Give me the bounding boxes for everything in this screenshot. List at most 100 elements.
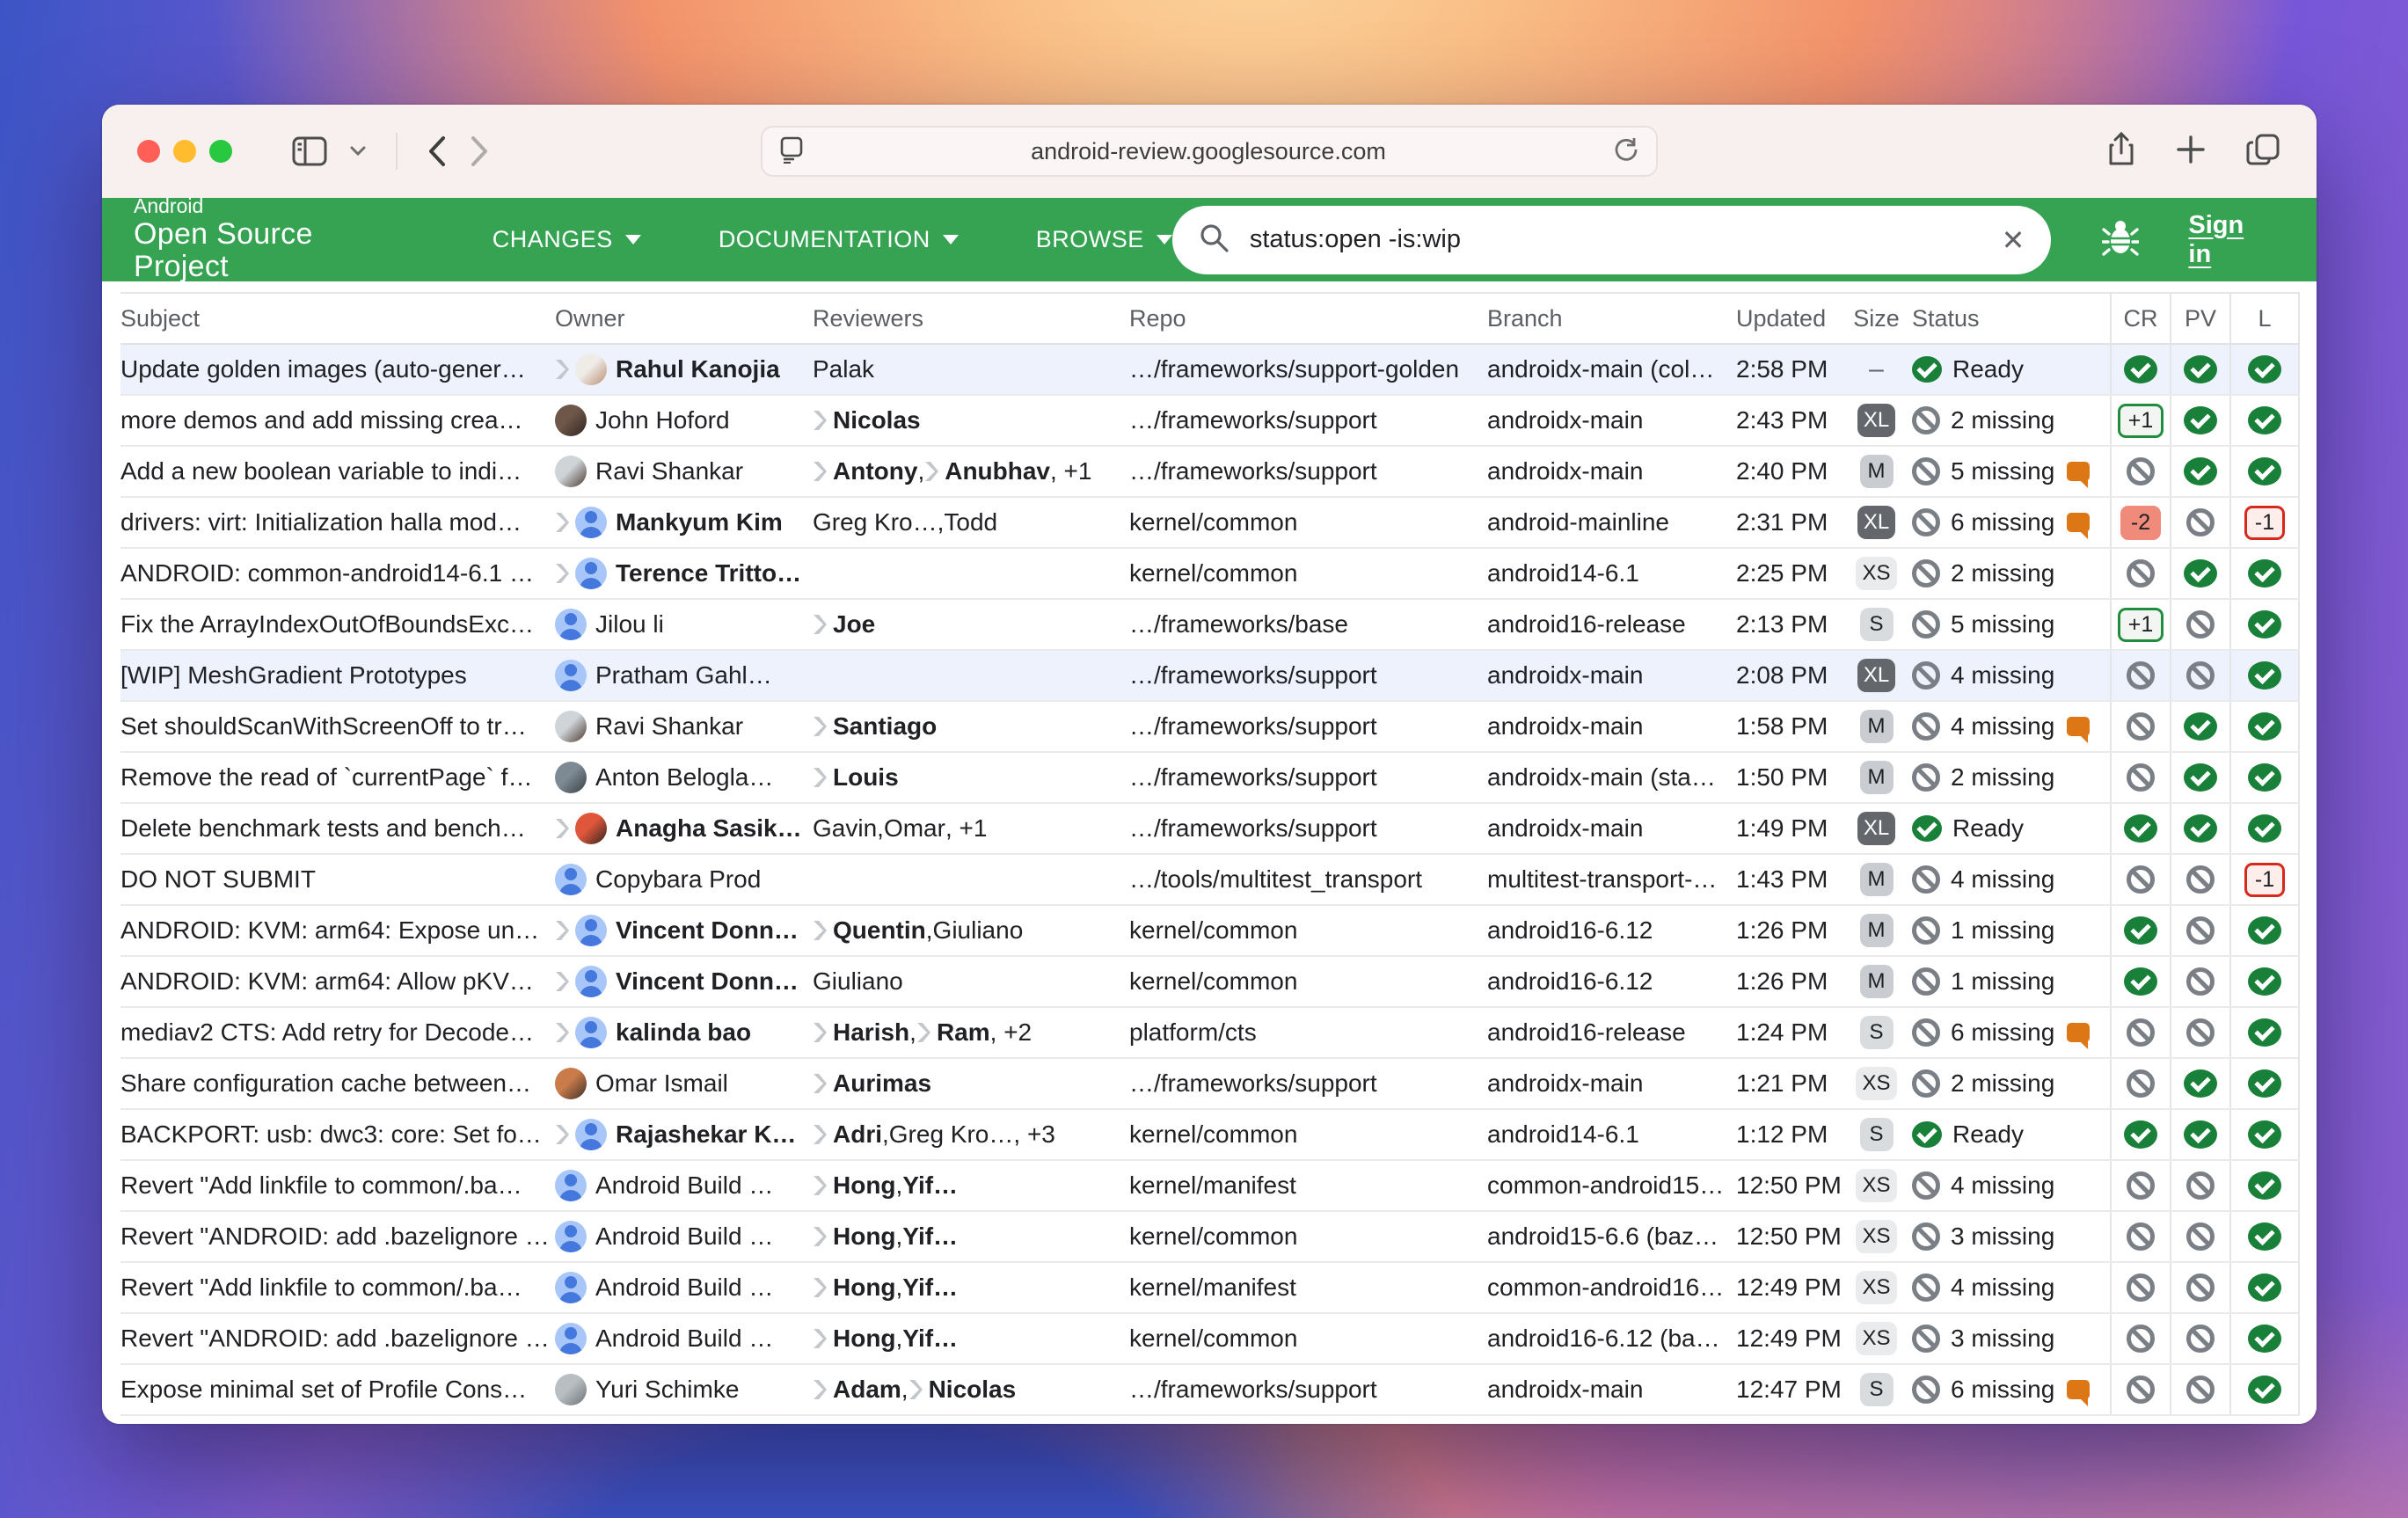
owner-name[interactable]: kalinda bao <box>616 1018 751 1047</box>
sidebar-icon[interactable] <box>292 136 327 166</box>
change-reviewers[interactable]: Hong, Yif… <box>813 1314 1129 1363</box>
person-name[interactable]: Greg Kro… <box>889 1120 1014 1149</box>
owner-name[interactable]: Anagha Sasik… <box>616 814 802 843</box>
change-reviewers[interactable]: Hong, Yif… <box>813 1161 1129 1210</box>
change-subject[interactable]: [WIP] MeshGradient Prototypes <box>120 651 555 700</box>
change-repo[interactable]: …/frameworks/support-golden <box>1129 345 1487 394</box>
change-subject[interactable]: Revert "Add linkfile to common/.ba… <box>120 1263 555 1312</box>
person-name[interactable]: Giuliano <box>813 967 903 996</box>
change-owner[interactable]: Yuri Schimke <box>555 1365 813 1414</box>
owner-name[interactable]: Android Build … <box>595 1325 773 1353</box>
change-owner[interactable]: Jilou li <box>555 600 813 649</box>
col-subject[interactable]: Subject <box>120 294 555 343</box>
change-owner[interactable]: Anagha Sasik… <box>555 804 813 853</box>
col-reviewers[interactable]: Reviewers <box>813 294 1129 343</box>
change-row[interactable]: Revert "Add linkfile to common/.ba… Andr… <box>120 1161 2300 1212</box>
change-repo[interactable]: …/frameworks/support <box>1129 447 1487 496</box>
change-row[interactable]: drivers: virt: Initialization halla mod…… <box>120 498 2300 549</box>
search-input[interactable]: status:open -is:wip <box>1250 225 2002 254</box>
person-name[interactable]: Todd <box>944 508 997 536</box>
change-branch[interactable]: androidx-main <box>1487 804 1736 853</box>
change-branch[interactable]: androidx-main (sta… <box>1487 753 1736 802</box>
change-repo[interactable]: …/frameworks/support <box>1129 651 1487 700</box>
change-owner[interactable]: Vincent Donn… <box>555 957 813 1006</box>
owner-name[interactable]: Android Build … <box>595 1171 773 1200</box>
change-reviewers[interactable]: Hong, Yif… <box>813 1263 1129 1312</box>
person-name[interactable]: Quentin <box>833 916 926 945</box>
site-logo[interactable]: Android Open Source Project <box>134 195 413 283</box>
change-reviewers[interactable]: Louis <box>813 753 1129 802</box>
change-reviewers[interactable]: Harish, Ram, +2 <box>813 1008 1129 1057</box>
change-repo[interactable]: kernel/manifest <box>1129 1161 1487 1210</box>
person-name[interactable]: Santiago <box>833 712 937 741</box>
person-name[interactable]: Yif… <box>902 1274 958 1302</box>
change-row[interactable]: Add a new boolean variable to indi… Ravi… <box>120 447 2300 498</box>
col-repo[interactable]: Repo <box>1129 294 1487 343</box>
change-repo[interactable]: …/frameworks/support <box>1129 702 1487 751</box>
change-reviewers[interactable]: Antony, Anubhav, +1 <box>813 447 1129 496</box>
change-subject[interactable]: Expose minimal set of Profile Cons… <box>120 1365 555 1414</box>
nav-browse[interactable]: BROWSE <box>1036 226 1172 253</box>
change-subject[interactable]: drivers: virt: Initialization halla mod… <box>120 498 555 547</box>
change-row[interactable]: Revert "ANDROID: add .bazelignore … Andr… <box>120 1314 2300 1365</box>
tab-overview-icon[interactable] <box>2246 132 2281 172</box>
change-repo[interactable]: kernel/common <box>1129 1212 1487 1261</box>
person-name[interactable]: Antony <box>833 457 917 485</box>
person-name[interactable]: Adri <box>833 1120 882 1149</box>
change-row[interactable]: Update golden images (auto-gener… Rahul … <box>120 345 2300 396</box>
url-text[interactable]: android-review.googlesource.com <box>805 138 1612 165</box>
person-name[interactable]: Yif… <box>902 1325 958 1353</box>
change-branch[interactable]: common-android15… <box>1487 1161 1736 1210</box>
change-branch[interactable]: android16-release <box>1487 600 1736 649</box>
person-name[interactable]: Anubhav <box>945 457 1050 485</box>
share-icon[interactable] <box>2107 132 2135 172</box>
change-owner[interactable]: Android Build … <box>555 1263 813 1312</box>
change-owner[interactable]: Ravi Shankar <box>555 447 813 496</box>
zoom-window-button[interactable] <box>209 140 232 163</box>
change-row[interactable]: ANDROID: common-android14-6.1 … Terence … <box>120 549 2300 600</box>
change-owner[interactable]: Mankyum Kim <box>555 498 813 547</box>
person-name[interactable]: Hong <box>833 1222 896 1251</box>
col-cr[interactable]: CR <box>2110 294 2170 343</box>
person-name[interactable]: Adam <box>833 1376 901 1404</box>
change-reviewers[interactable] <box>813 651 1129 700</box>
change-row[interactable]: Expose minimal set of Profile Cons… Yuri… <box>120 1365 2300 1416</box>
owner-name[interactable]: Vincent Donn… <box>616 916 799 945</box>
close-window-button[interactable] <box>137 140 160 163</box>
change-row[interactable]: Set shouldScanWithScreenOff to tr… Ravi … <box>120 702 2300 753</box>
change-repo[interactable]: kernel/common <box>1129 957 1487 1006</box>
change-owner[interactable]: kalinda bao <box>555 1008 813 1057</box>
change-branch[interactable]: android15-6.6 (baz… <box>1487 1212 1736 1261</box>
owner-name[interactable]: Ravi Shankar <box>595 712 743 741</box>
change-repo[interactable]: …/frameworks/support <box>1129 1059 1487 1108</box>
person-name[interactable]: Harish <box>833 1018 909 1047</box>
person-name[interactable]: Hong <box>833 1325 896 1353</box>
address-bar[interactable]: android-review.googlesource.com <box>761 126 1658 177</box>
change-subject[interactable]: Remove the read of `currentPage` f… <box>120 753 555 802</box>
change-row[interactable]: Fix the ArrayIndexOutOfBoundsExc… Jilou … <box>120 600 2300 651</box>
owner-name[interactable]: Anton Belogla… <box>595 763 773 792</box>
chevron-down-icon[interactable] <box>350 146 366 157</box>
change-branch[interactable]: androidx-main (col… <box>1487 345 1736 394</box>
person-name[interactable]: Gavin <box>813 814 877 843</box>
col-status[interactable]: Status <box>1905 294 2110 343</box>
change-repo[interactable]: …/tools/multitest_transport <box>1129 855 1487 904</box>
change-subject[interactable]: ANDROID: common-android14-6.1 … <box>120 549 555 598</box>
change-branch[interactable]: android14-6.1 <box>1487 1110 1736 1159</box>
change-branch[interactable]: multitest-transport-… <box>1487 855 1736 904</box>
change-row[interactable]: ANDROID: KVM: arm64: Expose un… Vincent … <box>120 906 2300 957</box>
reader-icon[interactable] <box>778 135 805 168</box>
person-name[interactable]: Yif… <box>902 1222 958 1251</box>
change-owner[interactable]: Rahul Kanojia <box>555 345 813 394</box>
change-subject[interactable]: more demos and add missing crea… <box>120 396 555 445</box>
change-branch[interactable]: androidx-main <box>1487 702 1736 751</box>
col-owner[interactable]: Owner <box>555 294 813 343</box>
col-l[interactable]: L <box>2229 294 2300 343</box>
change-subject[interactable]: Add a new boolean variable to indi… <box>120 447 555 496</box>
change-branch[interactable]: androidx-main <box>1487 447 1736 496</box>
change-owner[interactable]: Android Build … <box>555 1212 813 1261</box>
change-branch[interactable]: android16-6.12 <box>1487 906 1736 955</box>
change-reviewers[interactable] <box>813 855 1129 904</box>
change-subject[interactable]: Delete benchmark tests and bench… <box>120 804 555 853</box>
change-owner[interactable]: Anton Belogla… <box>555 753 813 802</box>
